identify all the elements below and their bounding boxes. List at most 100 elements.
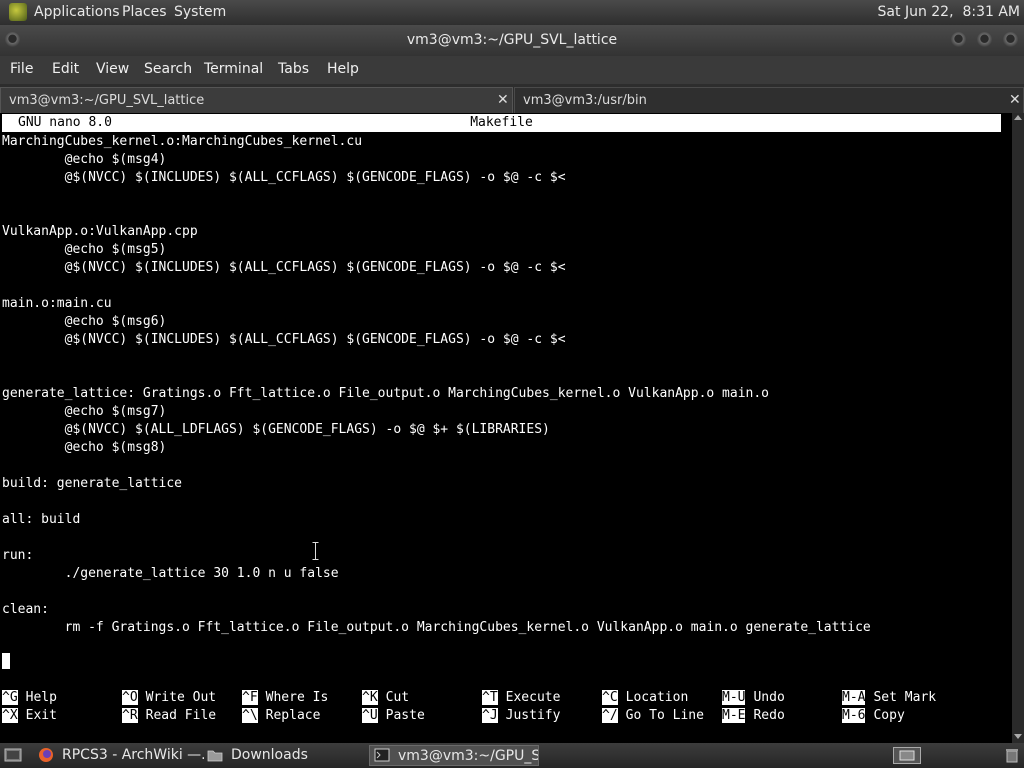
editor-text[interactable]: MarchingCubes_kernel.o:MarchingCubes_ker… (2, 133, 871, 637)
shortcut-key: M-E (722, 708, 746, 723)
terminal-scrollbar[interactable] (1012, 113, 1024, 743)
tab-label: vm3@vm3:~/GPU_SVL_lattice (9, 93, 205, 108)
shortcut-label: Read File (145, 708, 217, 723)
shortcut-label: Copy (873, 708, 905, 723)
task-downloads[interactable]: Downloads (205, 745, 365, 766)
shortcut-label: Undo (753, 690, 785, 705)
editor-line[interactable]: ./generate_lattice 30 1.0 n u false (2, 565, 871, 583)
shortcut-key: ^\ (242, 708, 258, 723)
shortcut-help: ^G Help (2, 689, 57, 707)
shortcut-go-to-line: ^/ Go To Line (602, 707, 704, 725)
shortcut-label: Paste (385, 708, 425, 723)
task-label: Downloads (231, 747, 308, 763)
shortcut-execute: ^T Execute (482, 689, 560, 707)
editor-line[interactable]: clean: (2, 601, 871, 619)
editor-line[interactable]: all: build (2, 511, 871, 529)
menu-places[interactable]: Places (122, 4, 167, 20)
editor-line[interactable]: @echo $(msg5) (2, 241, 871, 259)
workspace-switcher-icon[interactable] (893, 747, 921, 764)
tab-usr-bin[interactable]: vm3@vm3:/usr/bin ✕ (514, 87, 1024, 113)
tab-gpu-svl-lattice[interactable]: vm3@vm3:~/GPU_SVL_lattice ✕ (0, 87, 513, 113)
shortcut-justify: ^J Justify (482, 707, 560, 725)
editor-line[interactable]: @echo $(msg7) (2, 403, 871, 421)
shortcut-label: Redo (753, 708, 785, 723)
editor-line[interactable]: VulkanApp.o:VulkanApp.cpp (2, 223, 871, 241)
menu-file[interactable]: File (10, 61, 33, 77)
shortcut-key: ^U (362, 708, 378, 723)
menu-edit[interactable]: Edit (52, 61, 79, 77)
editor-line[interactable]: @$(NVCC) $(INCLUDES) $(ALL_CCFLAGS) $(GE… (2, 331, 871, 349)
menu-applications[interactable]: Applications (34, 4, 120, 20)
editor-line[interactable]: @$(NVCC) $(ALL_LDFLAGS) $(GENCODE_FLAGS)… (2, 421, 871, 439)
shortcut-label: Help (25, 690, 57, 705)
editor-line[interactable] (2, 205, 871, 223)
shortcut-key: ^K (362, 690, 378, 705)
trash-icon[interactable] (1004, 748, 1020, 763)
task-label: RPCS3 - ArchWiki —... (62, 747, 204, 763)
shortcut-key: ^T (482, 690, 498, 705)
text-cursor (2, 653, 10, 669)
minimize-button[interactable] (951, 32, 966, 47)
menu-search[interactable]: Search (144, 61, 192, 77)
shortcut-label: Go To Line (625, 708, 704, 723)
shortcut-undo: M-U Undo (722, 689, 785, 707)
menu-terminal[interactable]: Terminal (204, 61, 263, 77)
task-label: vm3@vm3:~/GPU_S... (398, 748, 539, 764)
editor-line[interactable]: @echo $(msg4) (2, 151, 871, 169)
shortcut-label: Location (625, 690, 689, 705)
shortcut-replace: ^\ Replace (242, 707, 320, 725)
scroll-up-arrow-icon[interactable] (1014, 115, 1022, 120)
editor-line[interactable] (2, 529, 871, 547)
shortcut-key: M-U (722, 690, 746, 705)
shortcut-key: ^O (122, 690, 138, 705)
tab-label: vm3@vm3:/usr/bin (523, 93, 647, 108)
editor-line[interactable]: @echo $(msg6) (2, 313, 871, 331)
shortcut-key: ^X (2, 708, 18, 723)
editor-line[interactable]: generate_lattice: Gratings.o Fft_lattice… (2, 385, 871, 403)
close-tab-icon[interactable]: ✕ (497, 92, 509, 108)
editor-line[interactable]: rm -f Gratings.o Fft_lattice.o File_outp… (2, 619, 871, 637)
editor-line[interactable]: @$(NVCC) $(INCLUDES) $(ALL_CCFLAGS) $(GE… (2, 169, 871, 187)
shortcut-paste: ^U Paste (362, 707, 425, 725)
editor-line[interactable] (2, 367, 871, 385)
menu-view[interactable]: View (96, 61, 129, 77)
maximize-button[interactable] (977, 32, 992, 47)
shortcut-write-out: ^O Write Out (122, 689, 216, 707)
window-titlebar[interactable]: vm3@vm3:~/GPU_SVL_lattice (0, 25, 1024, 56)
editor-line[interactable]: run: (2, 547, 871, 565)
clock[interactable]: Sat Jun 22, 8:31 AM (878, 4, 1020, 20)
editor-line[interactable] (2, 277, 871, 295)
editor-line[interactable]: @echo $(msg8) (2, 439, 871, 457)
task-terminal[interactable]: vm3@vm3:~/GPU_S... (369, 745, 539, 766)
shortcut-key: ^/ (602, 708, 618, 723)
shortcut-label: Set Mark (873, 690, 937, 705)
task-firefox[interactable]: RPCS3 - ArchWiki —... (34, 745, 204, 766)
shortcut-key: ^C (602, 690, 618, 705)
menu-tabs[interactable]: Tabs (278, 61, 309, 77)
editor-line[interactable]: main.o:main.cu (2, 295, 871, 313)
editor-line[interactable]: @$(NVCC) $(INCLUDES) $(ALL_CCFLAGS) $(GE… (2, 259, 871, 277)
terminal-area[interactable]: GNU nano 8.0 Makefile MarchingCubes_kern… (0, 113, 1012, 743)
editor-line[interactable] (2, 187, 871, 205)
editor-line[interactable] (2, 493, 871, 511)
editor-line[interactable] (2, 349, 871, 367)
window-title: vm3@vm3:~/GPU_SVL_lattice (406, 32, 618, 48)
shortcut-read-file: ^R Read File (122, 707, 216, 725)
shortcut-copy: M-6 Copy (842, 707, 905, 725)
applications-menu-icon[interactable] (9, 3, 27, 21)
editor-line[interactable]: build: generate_lattice (2, 475, 871, 493)
editor-line[interactable] (2, 583, 871, 601)
shortcut-label: Execute (505, 690, 561, 705)
scroll-down-arrow-icon[interactable] (1014, 734, 1022, 739)
menu-system[interactable]: System (174, 4, 226, 20)
shortcut-redo: M-E Redo (722, 707, 785, 725)
editor-line[interactable]: MarchingCubes_kernel.o:MarchingCubes_ker… (2, 133, 871, 151)
menu-help[interactable]: Help (327, 61, 359, 77)
menubar: File Edit View Search Terminal Tabs Help (0, 56, 1024, 84)
close-window-button[interactable] (1003, 32, 1018, 47)
shortcut-key: ^G (2, 690, 18, 705)
close-tab-icon[interactable]: ✕ (1009, 92, 1021, 108)
show-desktop-icon[interactable] (4, 747, 22, 763)
shortcut-cut: ^K Cut (362, 689, 409, 707)
editor-line[interactable] (2, 457, 871, 475)
